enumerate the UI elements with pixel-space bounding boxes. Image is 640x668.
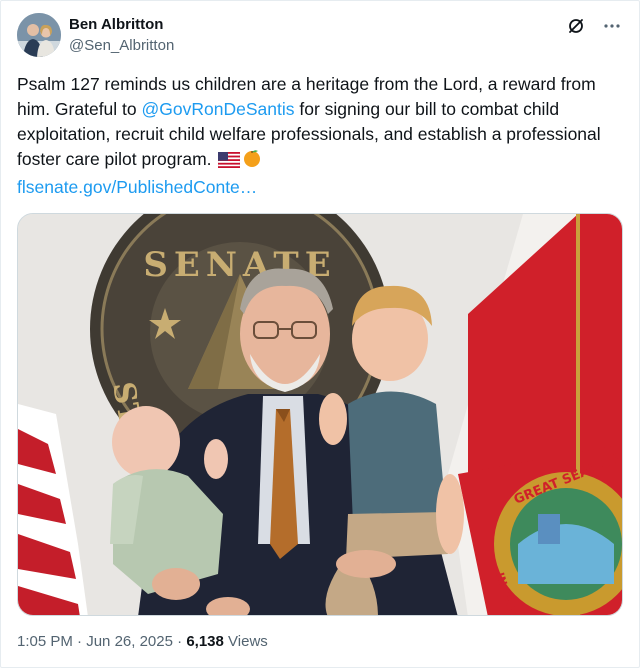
tweet-date[interactable]: Jun 26, 2025 (86, 633, 173, 650)
author-avatar[interactable] (17, 13, 61, 57)
tweet-card: Ben Albritton @Sen_Albritton Psalm 127 r… (0, 0, 640, 668)
tweet-text: Psalm 127 reminds us children are a heri… (17, 72, 607, 200)
views-count[interactable]: 6,138 (186, 633, 224, 650)
meta-separator: · (77, 633, 83, 650)
grok-icon[interactable] (565, 15, 587, 37)
header-actions (565, 15, 623, 37)
tweet-meta: 1:05 PM · Jun 26, 2025 · 6,138 Views (17, 633, 268, 650)
author-display-name[interactable]: Ben Albritton (69, 15, 174, 35)
external-link[interactable]: flsenate.gov/PublishedConte… (17, 175, 257, 200)
orange-icon (242, 148, 262, 175)
mention-link[interactable]: @GovRonDeSantis (142, 99, 295, 119)
tweet-photo[interactable]: SENATE STA GREAT SEAL OF THE IN GOD WE (17, 213, 623, 616)
meta-separator-2: · (177, 633, 183, 650)
more-options-icon[interactable] (601, 15, 623, 37)
author-handle[interactable]: @Sen_Albritton (69, 36, 174, 56)
views-label: Views (228, 633, 268, 650)
tweet-header: Ben Albritton @Sen_Albritton (17, 13, 623, 59)
tweet-time[interactable]: 1:05 PM (17, 633, 73, 650)
us-flag-icon (218, 150, 241, 175)
author-names: Ben Albritton @Sen_Albritton (69, 15, 174, 56)
